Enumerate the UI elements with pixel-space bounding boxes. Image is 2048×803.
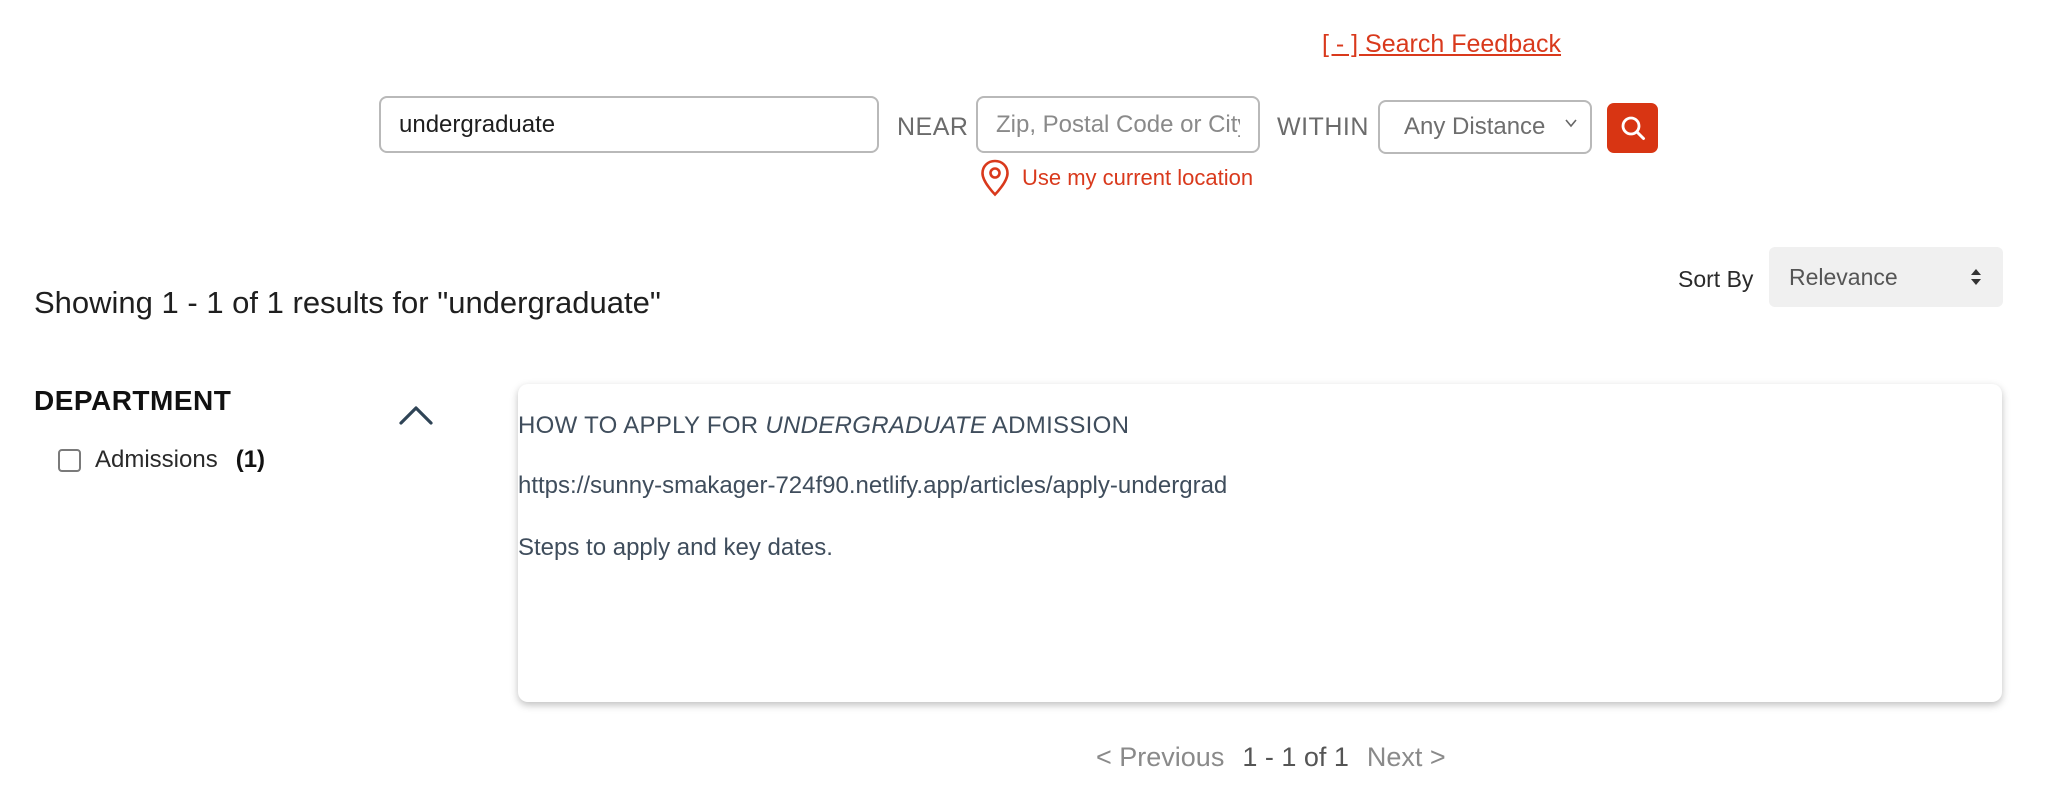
facet-collapse-toggle[interactable] xyxy=(398,404,434,431)
use-current-location-label: Use my current location xyxy=(1022,165,1254,190)
search-icon xyxy=(1621,116,1645,140)
result-description: Steps to apply and key dates. xyxy=(518,534,833,561)
result-url-link[interactable]: https://sunny-smakager-724f90.netlify.ap… xyxy=(518,472,1227,500)
facet-option-label: Admissions xyxy=(95,446,218,473)
result-title-prefix: HOW TO APPLY FOR xyxy=(518,412,766,439)
distance-selected-value: Any Distance xyxy=(1404,113,1546,140)
facet-title-department: DEPARTMENT xyxy=(34,385,232,416)
result-title-highlight: UNDERGRADUATE xyxy=(765,412,987,439)
page-range: 1 - 1 of 1 xyxy=(1242,742,1349,772)
sort-by-label: Sort By xyxy=(1678,266,1754,292)
sort-selected-value: Relevance xyxy=(1789,263,1898,290)
chevron-down-icon xyxy=(1565,119,1577,128)
near-label: NEAR xyxy=(897,113,969,141)
result-title-suffix: ADMISSION xyxy=(986,412,1130,439)
facet-option-count: (1) xyxy=(235,446,266,473)
results-summary: Showing 1 - 1 of 1 results for "undergra… xyxy=(34,285,661,320)
previous-page-link[interactable]: < Previous xyxy=(1096,742,1224,773)
pagination: < Previous 1 - 1 of 1 Next > xyxy=(1096,742,1446,773)
use-current-location-link[interactable]: Use my current location xyxy=(980,159,1253,197)
chevron-up-icon xyxy=(399,406,433,425)
search-query-input[interactable] xyxy=(379,96,879,153)
within-label: WITHIN xyxy=(1277,113,1369,141)
search-feedback-link[interactable]: [ - ] Search Feedback xyxy=(1322,30,1561,59)
distance-select[interactable]: Any Distance xyxy=(1378,100,1592,154)
admissions-checkbox[interactable] xyxy=(58,448,81,472)
facet-option-admissions[interactable]: Admissions (1) xyxy=(58,446,265,474)
sort-select[interactable]: Relevance xyxy=(1769,247,2003,307)
map-pin-icon xyxy=(981,159,1009,197)
next-page-link[interactable]: Next > xyxy=(1367,742,1446,773)
search-button[interactable] xyxy=(1607,103,1658,153)
sort-updown-icon xyxy=(1971,269,1981,285)
result-title[interactable]: HOW TO APPLY FOR UNDERGRADUATE ADMISSION xyxy=(518,412,1129,440)
location-input[interactable] xyxy=(976,96,1260,153)
